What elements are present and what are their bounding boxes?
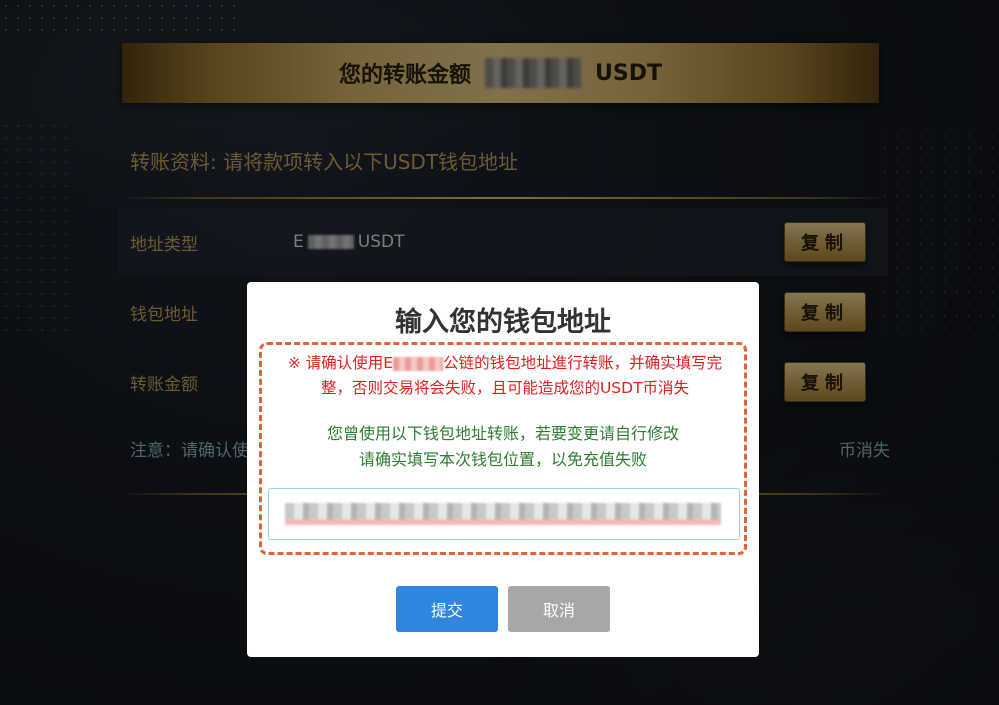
hint-line-2: 请确实填写本次钱包位置，以免充值失败 [358,450,647,469]
warning-text: ※ 请确认使用E 公链的钱包地址進行转账，并确实填写完整，否则交易将会失败，且可能… [274,351,736,401]
cancel-button[interactable]: 取消 [508,586,610,632]
submit-button[interactable]: 提交 [396,586,498,632]
wallet-address-dialog: 输入您的钱包地址 ※ 请确认使用E 公链的钱包地址進行转账，并确实填写完整，否则交… [247,282,759,657]
wallet-address-input[interactable] [268,488,740,540]
hint-line-1: 您曾使用以下钱包地址转账，若要变更请自行修改 [326,424,679,443]
dialog-title: 输入您的钱包地址 [395,307,611,338]
redacted-chain-name [393,356,444,371]
warning-part1: ※ 请确认使用E [287,354,394,372]
hint-text: 您曾使用以下钱包地址转账，若要变更请自行修改 请确实填写本次钱包位置，以免充值失… [262,421,744,473]
dialog-content-box: ※ 请确认使用E 公链的钱包地址進行转账，并确实填写完整，否则交易将会失败，且可能… [259,342,747,555]
redacted-wallet-address [285,503,721,525]
